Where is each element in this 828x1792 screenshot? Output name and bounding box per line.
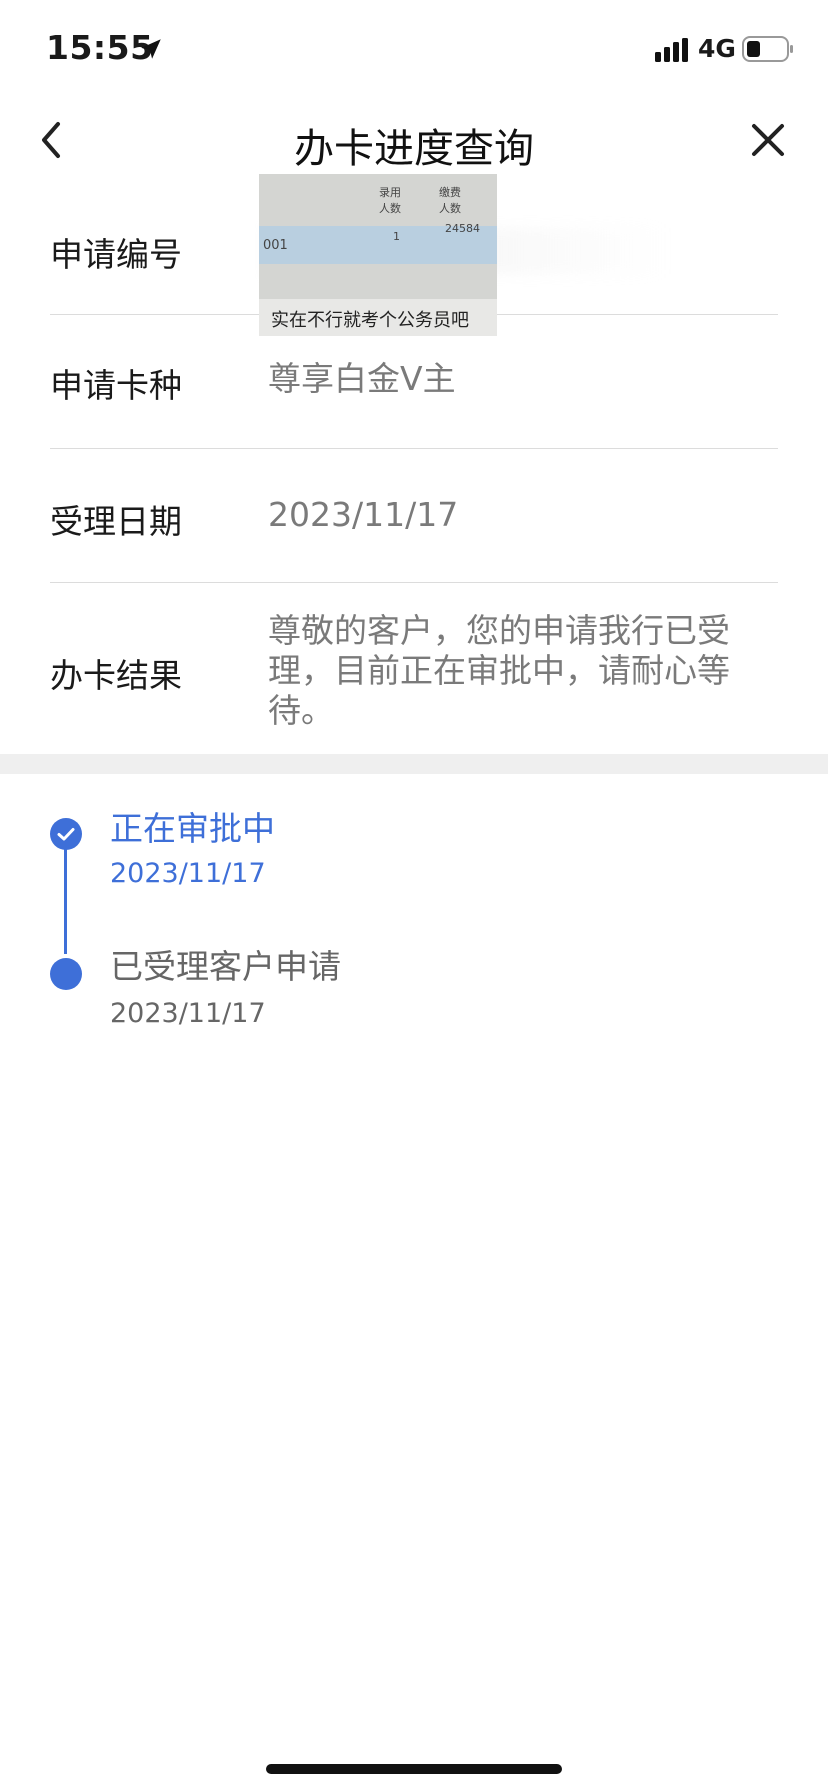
location-arrow-icon: [141, 39, 161, 59]
sticker-header-1: 录用 人数: [379, 186, 401, 215]
timeline-step-title-done: 已受理客户申请: [110, 947, 341, 986]
application-number-label: 申请编号: [50, 235, 182, 274]
card-type-row: 申请卡种 尊享白金V主: [50, 315, 778, 449]
card-type-value: 尊享白金V主: [268, 359, 456, 398]
check-circle-icon: [50, 818, 82, 850]
result-label: 办卡结果: [50, 656, 182, 695]
overlay-photo-sticker: 录用 人数 缴费 人数 001 1 24584 实在不行就考个公务员吧: [259, 174, 497, 336]
battery-icon: [742, 36, 793, 62]
card-type-label: 申请卡种: [50, 366, 182, 405]
timeline-step-date-done: 2023/11/17: [110, 998, 266, 1029]
home-indicator[interactable]: [266, 1764, 562, 1774]
application-info: 申请编号 录用 人数 缴费 人数 001 1 24584 实在不行就考个公务员吧…: [0, 174, 828, 753]
accept-date-row: 受理日期 2023/11/17: [50, 449, 778, 583]
accept-date-value: 2023/11/17: [268, 495, 459, 534]
nav-bar: 办卡进度查询: [0, 100, 828, 180]
sticker-code: 001: [263, 238, 288, 253]
network-label: 4G: [698, 34, 736, 63]
page-title: 办卡进度查询: [294, 126, 534, 172]
timeline-step-date-current: 2023/11/17: [110, 858, 266, 889]
signal-icon: [655, 38, 688, 62]
timeline-step-title-current: 正在审批中: [110, 809, 275, 848]
timeline-connector: [64, 836, 67, 954]
sticker-photo: 录用 人数 缴费 人数 001 1 24584: [259, 174, 497, 299]
timeline-dot-icon: [50, 958, 82, 990]
sticker-value-2: 24584: [445, 222, 480, 235]
result-value: 尊敬的客户，您的申请我行已受理，目前正在审批中，请耐心等待。: [268, 611, 730, 730]
section-divider: [0, 754, 828, 774]
progress-timeline: 正在审批中 2023/11/17 已受理客户申请 2023/11/17: [0, 774, 828, 1054]
sticker-value-1: 1: [393, 230, 400, 243]
application-number-row: 申请编号 录用 人数 缴费 人数 001 1 24584 实在不行就考个公务员吧: [50, 174, 778, 336]
close-button[interactable]: [744, 116, 792, 164]
accept-date-label: 受理日期: [50, 502, 182, 541]
sticker-header-2: 缴费 人数: [439, 186, 461, 215]
status-bar: 15:55 4G: [0, 0, 828, 100]
result-row: 办卡结果 尊敬的客户，您的申请我行已受理，目前正在审批中，请耐心等待。: [50, 583, 778, 753]
